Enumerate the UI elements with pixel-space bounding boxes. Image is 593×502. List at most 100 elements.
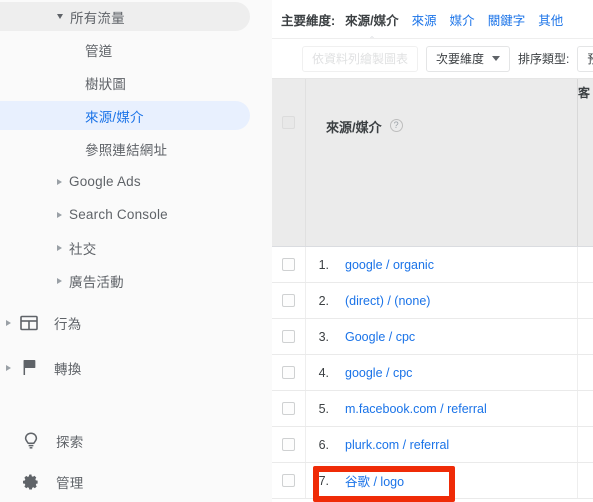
caret-right-icon[interactable] [57,277,62,284]
left-sidebar: 所有流量 管道 樹狀圖 來源/媒介 參照連結網址 Google Ads Sear… [0,0,272,502]
caret-right-icon[interactable] [57,211,62,218]
row-dimension-link[interactable]: Google / cpc [336,330,577,344]
row-metric-cell [577,283,593,318]
caret-right-icon[interactable] [57,178,62,185]
row-select-cell [272,319,306,354]
table-row[interactable]: 5. m.facebook.com / referral [272,391,593,427]
row-select-cell [272,247,306,282]
row-select-cell [272,391,306,426]
sidebar-item-referrals[interactable]: 參照連結網址 [0,132,272,165]
row-index: 5. [318,401,329,416]
data-table: 來源/媒介 ? 客 1. google / organic 2. (direct… [272,78,593,499]
main-content: 主要維度: 來源/媒介 來源 媒介 關鍵字 其他 依資料列繪製圖表 次要維度 排… [272,0,593,502]
dimension-tab-source[interactable]: 來源 [412,10,437,29]
row-metric-cell [577,427,593,462]
sidebar-item-label: 社交 [69,241,97,257]
sidebar-nav-list: 所有流量 管道 樹狀圖 來源/媒介 參照連結網址 Google Ads Sear… [0,0,272,498]
row-dimension-link[interactable]: 谷歌 / logo [336,471,577,490]
row-dimension-link[interactable]: (direct) / (none) [336,294,577,308]
sidebar-item-label: 廣告活動 [69,274,124,290]
caret-right-icon[interactable] [6,319,11,326]
row-index: 2. [318,293,329,308]
flag-icon [18,357,40,379]
sort-type-dropdown[interactable]: 預設 [577,45,593,72]
dimension-column-header[interactable]: 來源/媒介 ? [306,79,577,246]
row-checkbox[interactable] [282,474,295,487]
row-index: 1. [318,257,329,272]
caret-right-icon[interactable] [6,364,11,371]
sidebar-item-channels[interactable]: 管道 [0,33,272,66]
row-checkbox[interactable] [282,294,295,307]
table-row[interactable]: 2. (direct) / (none) [272,283,593,319]
select-all-cell [272,79,306,246]
row-metric-cell [577,319,593,354]
row-dimension-link[interactable]: m.facebook.com / referral [336,402,577,416]
caret-right-icon[interactable] [57,244,62,251]
lightbulb-icon [20,430,42,452]
row-dimension-link[interactable]: plurk.com / referral [336,438,577,452]
sidebar-item-label: 管理 [56,475,84,491]
row-index: 3. [318,329,329,344]
row-checkbox[interactable] [282,438,295,451]
table-row[interactable]: 7. 谷歌 / logo [272,463,593,499]
sidebar-section-conversions[interactable]: 轉換 [0,351,272,384]
row-checkbox[interactable] [282,402,295,415]
row-checkbox[interactable] [282,258,295,271]
caret-down-icon[interactable] [57,14,63,19]
help-icon[interactable]: ? [389,119,403,132]
table-toolbar: 依資料列繪製圖表 次要維度 排序類型: 預設 [272,38,593,78]
dimension-tab-medium[interactable]: 媒介 [450,10,475,29]
row-checkbox[interactable] [282,366,295,379]
plot-rows-button[interactable]: 依資料列繪製圖表 [302,45,419,72]
metric-column-header[interactable]: 客 [577,79,593,246]
sidebar-item-admin[interactable]: 管理 [0,465,272,498]
row-select-cell [272,463,306,498]
sidebar-item-discover[interactable]: 探索 [0,424,272,457]
gear-icon [20,471,42,493]
sidebar-section-behavior[interactable]: 行為 [0,306,272,339]
sidebar-item-label: 樹狀圖 [85,76,127,92]
table-row[interactable]: 1. google / organic [272,247,593,283]
dimension-column-label: 來源/媒介 [326,120,382,135]
secondary-dimension-label: 次要維度 [436,52,485,66]
sidebar-item-search-console[interactable]: Search Console [0,198,272,231]
table-header-row: 來源/媒介 ? 客 [272,79,593,247]
select-all-checkbox[interactable] [282,116,295,129]
dimension-tab-other[interactable]: 其他 [538,10,563,29]
row-index: 7. [318,473,329,488]
row-metric-cell [577,391,593,426]
row-select-cell [272,355,306,390]
sidebar-item-label: 參照連結網址 [85,142,168,158]
row-dimension-link[interactable]: google / organic [336,258,577,272]
sidebar-section-label: 轉換 [54,361,82,377]
primary-dimension-bar: 主要維度: 來源/媒介 來源 媒介 關鍵字 其他 [272,0,593,38]
sidebar-item-campaigns[interactable]: 廣告活動 [0,264,272,297]
table-row[interactable]: 3. Google / cpc [272,319,593,355]
row-index: 6. [318,437,329,452]
row-select-cell [272,283,306,318]
sidebar-item-source-medium[interactable]: 來源/媒介 [0,99,272,132]
sidebar-item-treemap[interactable]: 樹狀圖 [0,66,272,99]
table-row[interactable]: 6. plurk.com / referral [272,427,593,463]
sidebar-item-label: 所有流量 [70,10,125,26]
sidebar-item-label: Google Ads [69,174,141,189]
sidebar-section-label: 行為 [54,316,82,332]
secondary-dimension-dropdown[interactable]: 次要維度 [426,45,511,72]
row-metric-cell [577,463,593,498]
row-metric-cell [577,355,593,390]
sidebar-item-label: 管道 [85,43,113,59]
behavior-icon [18,312,40,334]
row-select-cell [272,427,306,462]
dimension-tab-keyword[interactable]: 關鍵字 [488,10,526,29]
sidebar-item-label: 探索 [56,434,84,450]
dimension-tab-source-medium[interactable]: 來源/媒介 [345,10,398,29]
sidebar-spacer [0,384,272,424]
sidebar-item-label: 來源/媒介 [85,109,144,125]
row-index: 4. [318,365,329,380]
row-dimension-link[interactable]: google / cpc [336,366,577,380]
sidebar-item-google-ads[interactable]: Google Ads [0,165,272,198]
sidebar-item-social[interactable]: 社交 [0,231,272,264]
sidebar-item-all-traffic[interactable]: 所有流量 [0,0,272,33]
table-row[interactable]: 4. google / cpc [272,355,593,391]
row-checkbox[interactable] [282,330,295,343]
